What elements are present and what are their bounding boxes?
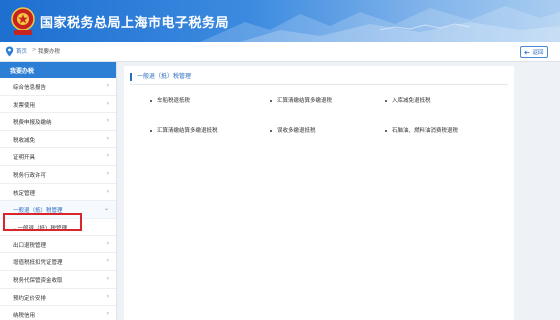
breadcrumb-current: 我要办税	[38, 49, 61, 55]
chevron-right-icon: ›	[106, 310, 109, 318]
chevron-right-icon: ›	[106, 169, 109, 177]
chevron-right-icon: ›	[106, 292, 109, 300]
chevron-right-icon: ›	[106, 117, 109, 125]
chevron-right-icon: ›	[106, 257, 109, 265]
back-button-label: 返回	[532, 50, 544, 56]
sidebar-item-pricing-arrangement[interactable]: 预约定价安排 ›	[0, 289, 116, 307]
link-label: 误收多缴退抵税	[277, 128, 316, 134]
chevron-right-icon: ›	[106, 134, 109, 142]
sidebar: 我要办税 综合信息报告 › 发票使用 › 税费申报及缴纳 › 税收减免 › 证明开具 › …	[0, 62, 117, 320]
bullet-icon	[270, 99, 272, 102]
breadcrumb: 首页 > 我要办税 返回	[0, 42, 560, 62]
link-mistaken-overpaid-refund[interactable]: 误收多缴退抵税	[270, 126, 316, 134]
bullet-icon	[150, 99, 152, 102]
sidebar-item-label: 证明开具	[13, 155, 36, 162]
sidebar-item-label: 税费申报及缴纳	[13, 120, 52, 127]
link-label: 汇算清缴结算多缴退税	[277, 98, 333, 104]
sidebar-item-verification[interactable]: 核定管理 ›	[0, 184, 116, 202]
chevron-right-icon: ›	[106, 274, 109, 282]
sidebar-item-vat-deduction[interactable]: 增值税抵扣凭证管理 ›	[0, 253, 116, 271]
sidebar-item-invoice-use[interactable]: 发票使用 ›	[0, 96, 116, 114]
chevron-right-icon: ›	[106, 152, 109, 160]
chevron-right-icon: ›	[106, 99, 109, 107]
link-label: 入库减免退抵税	[392, 98, 431, 104]
sidebar-item-label: 纳税信用	[13, 313, 36, 320]
sidebar-item-label: 发票使用	[13, 102, 36, 109]
link-label: 车船税退抵税	[157, 98, 191, 104]
sidebar-item-info-report[interactable]: 综合信息报告 ›	[0, 78, 116, 96]
breadcrumb-separator: >	[32, 47, 37, 53]
header-banner: 国家税务总局上海市电子税务局	[0, 0, 560, 42]
location-pin-icon	[5, 46, 14, 57]
link-relief-refund[interactable]: 入库减免退抵税	[385, 96, 431, 104]
bullet-icon	[150, 129, 152, 132]
sidebar-item-label: 税收减免	[13, 137, 36, 144]
sidebar-item-label: 税务行政许可	[13, 172, 47, 179]
link-settlement-overpaid-offset[interactable]: 汇算清缴结算多缴退抵税	[150, 126, 218, 134]
chevron-right-icon: ›	[106, 82, 109, 89]
sidebar-item-export-refund[interactable]: 出口退税管理 ›	[0, 236, 116, 254]
bullet-icon	[270, 129, 272, 132]
sidebar-item-tax-credit[interactable]: 纳税信用 ›	[0, 306, 116, 320]
sidebar-item-label: 增值税抵扣凭证管理	[13, 260, 63, 267]
sidebar-item-tax-relief[interactable]: 税收减免 ›	[0, 131, 116, 149]
chevron-right-icon: ›	[106, 187, 109, 195]
link-label: 石脑油、燃料油消费税退税	[392, 128, 459, 134]
site-title: 国家税务总局上海市电子税务局	[40, 16, 230, 31]
sidebar-item-admin-license[interactable]: 税务行政许可 ›	[0, 166, 116, 184]
sidebar-item-label: 出口退税管理	[13, 242, 47, 249]
back-button[interactable]: 返回	[520, 46, 548, 58]
chevron-right-icon: ›	[106, 239, 109, 247]
link-vehicle-tax-refund[interactable]: 车船税退抵税	[150, 96, 190, 104]
divider	[130, 84, 508, 85]
main-panel: 一般退（抵）税管理 车船税退抵税 汇算清缴结算多缴退税 入库减免退抵税 汇算清缴…	[124, 66, 514, 320]
breadcrumb-home-link[interactable]: 首页	[16, 47, 27, 55]
section-title: 一般退（抵）税管理	[130, 73, 191, 81]
back-arrow-icon	[524, 50, 530, 54]
sidebar-item-label: 综合信息报告	[13, 85, 47, 91]
bullet-icon	[385, 129, 387, 132]
highlight-box-sidebar	[3, 213, 82, 231]
link-settlement-overpaid-refund[interactable]: 汇算清缴结算多缴退税	[270, 96, 332, 104]
link-naphtha-fuel-oil-refund[interactable]: 石脑油、燃料油消费税退税	[385, 126, 458, 134]
sidebar-item-label: 税务代保管资金收取	[13, 277, 63, 284]
sidebar-item-tax-filing[interactable]: 税费申报及缴纳 ›	[0, 113, 116, 131]
sidebar-item-label: 核定管理	[13, 190, 36, 197]
chevron-down-icon: ⌄	[103, 205, 109, 213]
sidebar-item-certificates[interactable]: 证明开具 ›	[0, 148, 116, 166]
sidebar-item-fund-custody[interactable]: 税务代保管资金收取 ›	[0, 271, 116, 289]
sidebar-header: 我要办税	[0, 62, 116, 78]
sidebar-item-label: 预约定价安排	[13, 295, 47, 302]
link-label: 汇算清缴结算多缴退抵税	[157, 128, 218, 134]
tax-emblem-icon	[11, 7, 35, 35]
bullet-icon	[385, 99, 387, 102]
